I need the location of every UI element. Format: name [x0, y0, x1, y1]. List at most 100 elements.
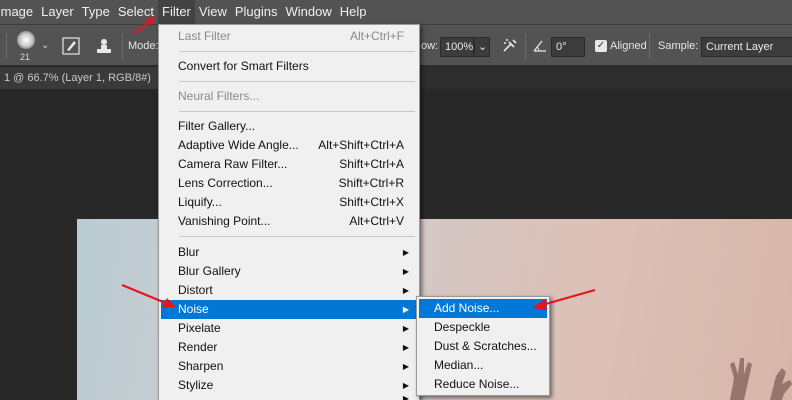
menu-item-label: Add Noise... — [434, 301, 500, 315]
submenu-item-despeckle[interactable]: Despeckle — [419, 318, 547, 337]
menu-item-label: Convert for Smart Filters — [178, 59, 309, 73]
sample-label: Sample: — [658, 40, 699, 52]
submenu-arrow-icon: ▶ — [402, 286, 409, 295]
flow-label: ow: — [421, 40, 439, 52]
menu-item-label: Dust & Scratches... — [434, 339, 537, 353]
chevron-down-icon: ⌄ — [478, 41, 488, 53]
menu-item-neural-filters: Neural Filters... — [161, 87, 417, 106]
toggle-clone-source-button[interactable] — [91, 33, 117, 59]
menu-item-blur[interactable]: Blur ▶ — [161, 243, 417, 262]
menu-layer[interactable]: Layer — [37, 0, 78, 24]
menu-item-shortcut: Alt+Ctrl+F — [349, 29, 404, 43]
menu-item-label: Neural Filters... — [178, 89, 260, 103]
brush-settings-icon — [62, 37, 80, 55]
menu-item-last-filter: Last Filter Alt+Ctrl+F — [161, 27, 417, 46]
menu-item-label: Camera Raw Filter... — [178, 157, 288, 171]
flow-field[interactable]: 100% — [440, 37, 474, 57]
menu-plugins[interactable]: Plugins — [231, 0, 282, 24]
menu-item-label: Median... — [434, 358, 484, 372]
menu-item-label: Stylize — [178, 378, 214, 392]
options-divider — [525, 33, 526, 59]
menu-item-partial: ▶ — [161, 395, 417, 400]
submenu-arrow-icon: ▶ — [402, 395, 409, 400]
submenu-arrow-icon: ▶ — [402, 381, 409, 390]
menu-item-stylize[interactable]: Stylize ▶ — [161, 376, 417, 395]
menu-item-label: Blur Gallery — [178, 264, 241, 278]
menu-item-distort[interactable]: Distort ▶ — [161, 281, 417, 300]
menu-item-shortcut: Shift+Ctrl+R — [338, 176, 404, 190]
menu-item-label: Reduce Noise... — [434, 377, 520, 391]
submenu-item-reduce-noise[interactable]: Reduce Noise... — [419, 375, 547, 394]
menu-item-convert-smart-filters[interactable]: Convert for Smart Filters — [161, 57, 417, 76]
menu-item-render[interactable]: Render ▶ — [161, 338, 417, 357]
menu-item-blur-gallery[interactable]: Blur Gallery ▶ — [161, 262, 417, 281]
menu-item-label: Filter Gallery... — [178, 119, 256, 133]
aligned-checkbox[interactable]: ✓ — [595, 40, 607, 52]
menu-item-adaptive-wide-angle[interactable]: Adaptive Wide Angle... Alt+Shift+Ctrl+A — [161, 136, 417, 155]
menu-item-label: Pixelate — [178, 321, 221, 335]
menu-item-label: Noise — [178, 302, 209, 316]
menu-separator — [179, 111, 415, 112]
menu-item-camera-raw-filter[interactable]: Camera Raw Filter... Shift+Ctrl+A — [161, 155, 417, 174]
menu-item-sharpen[interactable]: Sharpen ▶ — [161, 357, 417, 376]
menu-image[interactable]: Image — [0, 0, 37, 24]
menu-item-label: Lens Correction... — [178, 176, 273, 190]
menu-item-filter-gallery[interactable]: Filter Gallery... — [161, 117, 417, 136]
menu-item-label: Despeckle — [434, 320, 491, 334]
submenu-arrow-icon: ▶ — [402, 324, 409, 333]
menu-window[interactable]: Window — [281, 0, 335, 24]
document-tab[interactable]: 1 @ 66.7% (Layer 1, RGB/8#) — [0, 67, 160, 89]
menu-item-label: Liquify... — [178, 195, 222, 209]
menu-item-pixelate[interactable]: Pixelate ▶ — [161, 319, 417, 338]
raised-hands-image — [730, 358, 792, 400]
menu-bar: Image Layer Type Select Filter View Plug… — [0, 0, 792, 24]
menu-item-label: Render — [178, 340, 218, 354]
menu-separator — [179, 81, 415, 82]
menu-item-label: Adaptive Wide Angle... — [178, 138, 299, 152]
brush-size-label: 21 — [20, 52, 31, 62]
menu-item-shortcut: Shift+Ctrl+A — [339, 157, 404, 171]
submenu-arrow-icon: ▶ — [402, 343, 409, 352]
menu-item-lens-correction[interactable]: Lens Correction... Shift+Ctrl+R — [161, 174, 417, 193]
airbrush-button[interactable] — [497, 33, 523, 59]
menu-item-label: Sharpen — [178, 359, 224, 373]
checkmark-icon: ✓ — [596, 40, 606, 51]
airbrush-icon — [503, 39, 517, 52]
brush-preset-icon[interactable] — [17, 31, 35, 49]
submenu-item-dust-scratches[interactable]: Dust & Scratches... — [419, 337, 547, 356]
menu-item-label: Vanishing Point... — [178, 214, 271, 228]
menu-item-label: Blur — [178, 245, 200, 259]
menu-type[interactable]: Type — [78, 0, 114, 24]
mode-label: Mode: — [128, 40, 159, 52]
annotation-arrow-icon — [121, 283, 176, 308]
options-divider — [649, 33, 650, 59]
sample-dropdown[interactable]: Current Layer — [701, 37, 792, 57]
submenu-arrow-icon: ▶ — [402, 362, 409, 371]
submenu-item-median[interactable]: Median... — [419, 356, 547, 375]
options-divider — [6, 33, 7, 59]
menu-view[interactable]: View — [195, 0, 231, 24]
submenu-arrow-icon: ▶ — [402, 267, 409, 276]
menu-item-label: Distort — [178, 283, 213, 297]
menu-separator — [179, 236, 415, 237]
flow-dropdown[interactable]: ⌄ — [474, 37, 490, 57]
options-divider — [122, 33, 123, 59]
angle-icon — [533, 40, 546, 52]
menu-item-shortcut: Alt+Ctrl+V — [349, 214, 404, 228]
submenu-arrow-icon: ▶ — [402, 248, 409, 257]
menu-item-label: Last Filter — [178, 29, 231, 43]
menu-help[interactable]: Help — [336, 0, 371, 24]
menu-filter[interactable]: Filter — [158, 0, 195, 24]
menu-item-vanishing-point[interactable]: Vanishing Point... Alt+Ctrl+V — [161, 212, 417, 231]
toggle-brush-settings-button[interactable] — [58, 33, 84, 59]
submenu-arrow-icon: ▶ — [402, 305, 409, 314]
angle-field[interactable]: 0° — [551, 37, 585, 57]
menu-item-shortcut: Shift+Ctrl+X — [339, 195, 404, 209]
aligned-label: Aligned — [610, 40, 647, 52]
menu-item-liquify[interactable]: Liquify... Shift+Ctrl+X — [161, 193, 417, 212]
annotation-arrow-icon — [133, 17, 156, 34]
menu-item-noise[interactable]: Noise ▶ — [161, 300, 417, 319]
menu-item-shortcut: Alt+Shift+Ctrl+A — [318, 138, 404, 152]
clone-stamp-icon — [97, 39, 111, 53]
brush-picker-chevron-icon[interactable]: ⌄ — [41, 40, 49, 51]
